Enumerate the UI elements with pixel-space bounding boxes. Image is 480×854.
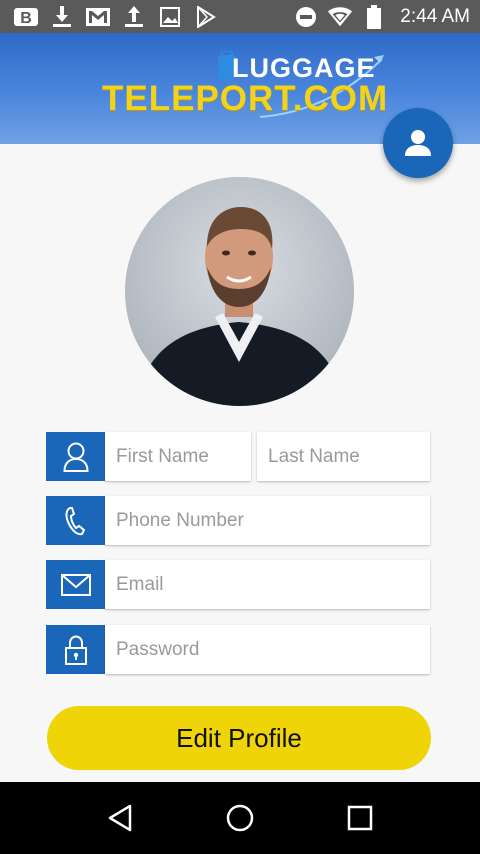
profile-icon [405, 130, 431, 156]
svg-text:B: B [20, 10, 32, 27]
notification-icons: B [14, 5, 218, 29]
download-icon [50, 5, 74, 29]
phone-icon [65, 506, 85, 535]
home-icon [226, 804, 254, 832]
app-logo: LUGGAGE TELEPORT.COM [100, 51, 390, 121]
password-row [46, 625, 430, 674]
upload-icon [122, 5, 146, 29]
recents-button[interactable] [340, 798, 380, 838]
back-icon [108, 804, 132, 832]
envelope-icon [60, 573, 91, 596]
edit-profile-button[interactable]: Edit Profile [47, 706, 431, 770]
email-icon-box [46, 560, 105, 609]
do-not-disturb-icon [294, 5, 318, 29]
email-row [46, 560, 430, 609]
logo-bottom-text: TELEPORT.COM [102, 79, 389, 118]
phone-number-field[interactable] [105, 496, 430, 545]
back-button[interactable] [100, 798, 140, 838]
phone-row [46, 496, 430, 545]
profile-avatar[interactable] [125, 177, 354, 406]
avatar-photo [125, 177, 354, 406]
name-icon-box [46, 432, 105, 481]
b-app-icon: B [14, 5, 38, 29]
battery-icon [362, 4, 386, 29]
name-row [46, 432, 430, 481]
gmail-icon [86, 5, 110, 29]
system-icons: 2:44 AM [294, 4, 470, 29]
navigation-bar [0, 782, 480, 854]
lock-icon [64, 634, 87, 665]
image-icon [158, 5, 182, 29]
password-icon-box [46, 625, 105, 674]
play-store-icon [194, 5, 218, 29]
password-field[interactable] [105, 625, 430, 674]
status-time: 2:44 AM [400, 5, 470, 27]
home-button[interactable] [220, 798, 260, 838]
profile-fab-button[interactable] [383, 108, 453, 178]
last-name-field[interactable] [257, 432, 430, 481]
person-icon [62, 442, 89, 472]
wifi-icon [328, 5, 353, 29]
phone-icon-box [46, 496, 105, 545]
email-field[interactable] [105, 560, 430, 609]
recents-icon [347, 805, 373, 831]
status-bar: B 2:44 AM [0, 0, 480, 33]
first-name-field[interactable] [105, 432, 251, 481]
